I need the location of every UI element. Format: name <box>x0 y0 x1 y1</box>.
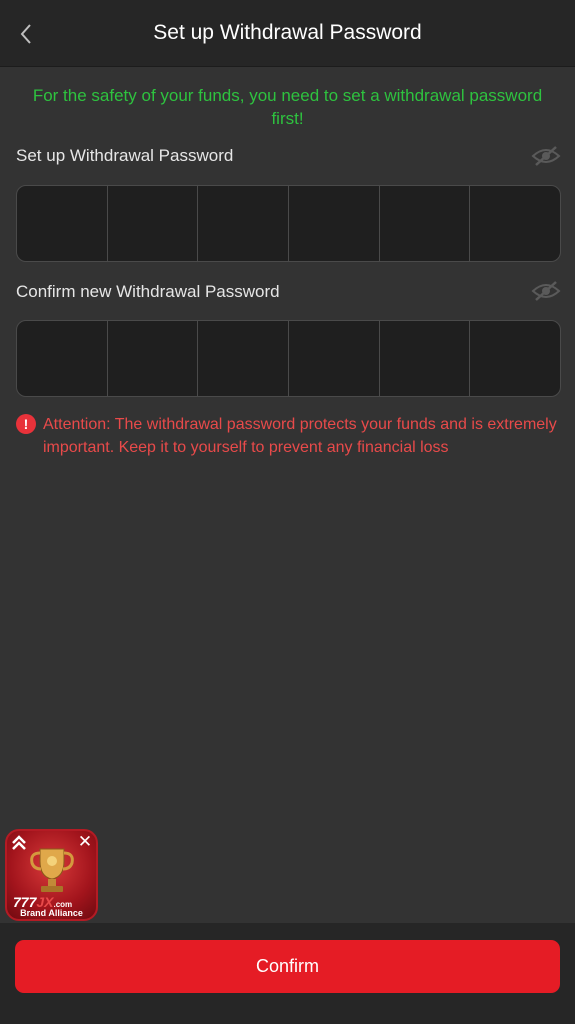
promo-brand-text: Brand Alliance <box>20 908 83 918</box>
pin-digit-2[interactable] <box>108 186 199 261</box>
attention-message: ! Attention: The withdrawal password pro… <box>16 413 561 459</box>
double-chevron-up-icon[interactable] <box>11 835 27 851</box>
footer-bar: Confirm <box>0 923 575 1024</box>
pin-digit-2[interactable] <box>108 321 199 396</box>
safety-notice: For the safety of your funds, you need t… <box>32 86 543 128</box>
page-title: Set up Withdrawal Password <box>153 21 422 44</box>
exclamation-icon: ! <box>16 414 36 434</box>
pin-digit-5[interactable] <box>380 186 471 261</box>
top-bar: Set up Withdrawal Password <box>0 0 575 67</box>
pin-digit-1[interactable] <box>17 186 108 261</box>
close-icon[interactable]: ✕ <box>77 833 93 850</box>
pin-digit-3[interactable] <box>198 186 290 261</box>
password-visibility-toggle[interactable] <box>530 145 562 167</box>
confirm-visibility-toggle[interactable] <box>530 280 562 302</box>
password-pin-input[interactable] <box>16 185 561 262</box>
promo-banner[interactable]: ✕ 777JX.com Brand Alliance <box>5 829 98 921</box>
pin-digit-4[interactable] <box>289 321 380 396</box>
pin-digit-6[interactable] <box>470 321 560 396</box>
trophy-icon <box>30 848 74 892</box>
confirm-button[interactable]: Confirm <box>15 940 560 993</box>
pin-digit-5[interactable] <box>380 321 471 396</box>
attention-text: Attention: The withdrawal password prote… <box>43 416 557 456</box>
back-button[interactable] <box>10 18 42 50</box>
pin-digit-6[interactable] <box>470 186 560 261</box>
chevron-left-icon <box>20 24 31 44</box>
confirm-password-pin-input[interactable] <box>16 320 561 397</box>
pin-digit-4[interactable] <box>289 186 380 261</box>
eye-slash-icon <box>531 281 561 301</box>
pin-digit-1[interactable] <box>17 321 108 396</box>
eye-slash-icon <box>531 146 561 166</box>
password-label: Set up Withdrawal Password <box>16 146 234 165</box>
confirm-password-label: Confirm new Withdrawal Password <box>16 282 280 301</box>
pin-digit-3[interactable] <box>198 321 290 396</box>
